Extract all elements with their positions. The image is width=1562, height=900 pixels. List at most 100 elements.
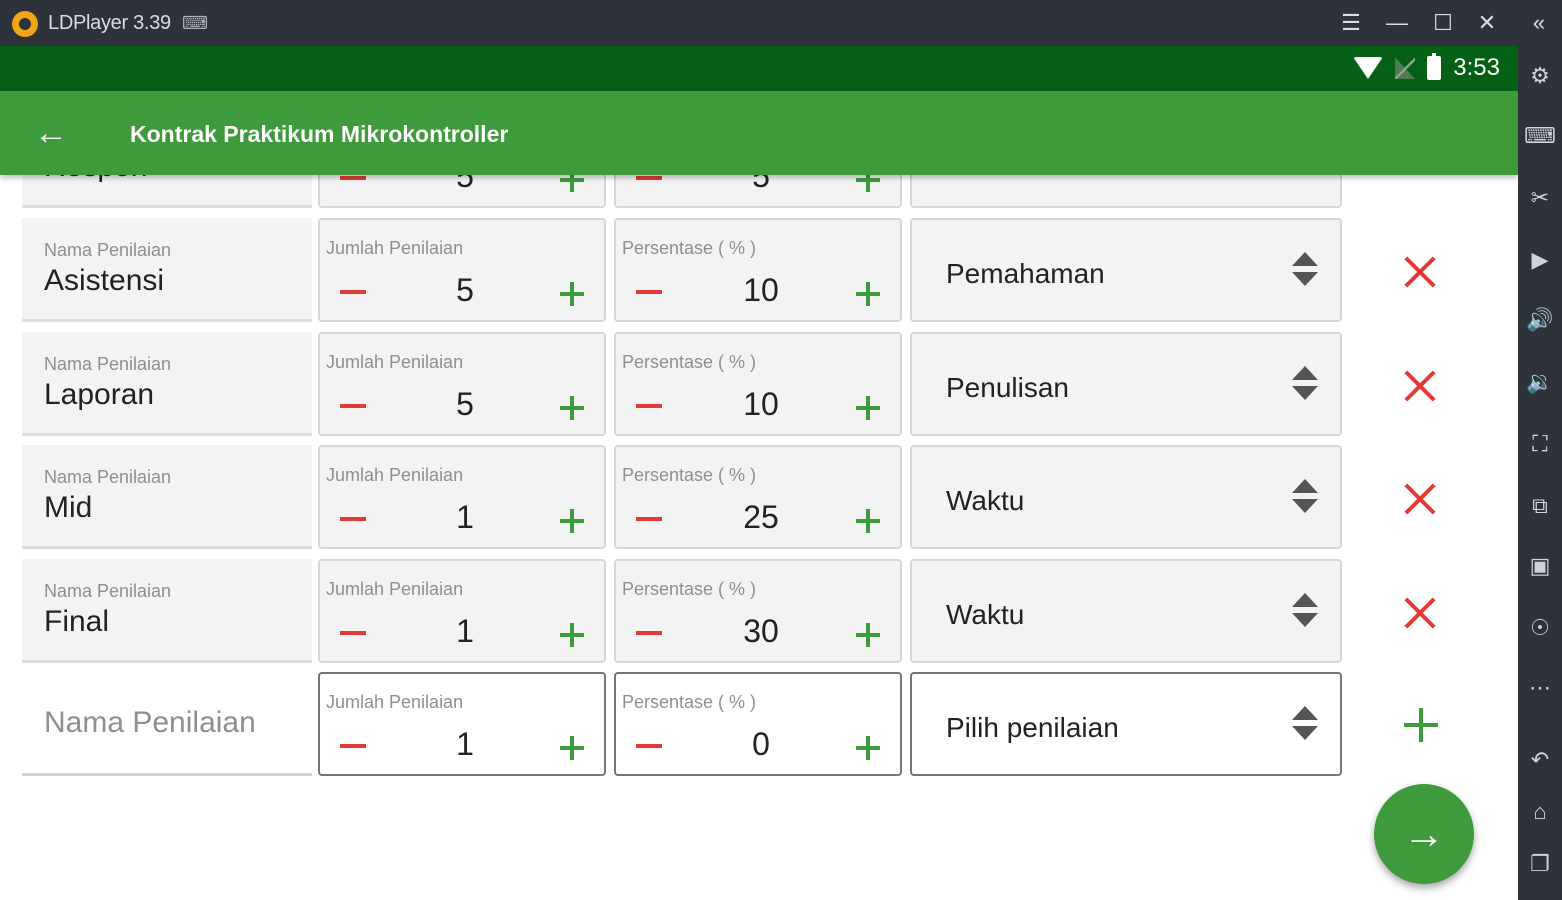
more-options-icon[interactable]: ⋯ [1522, 670, 1558, 706]
increment-button[interactable] [560, 623, 584, 647]
kategori-value: Penulisan [946, 372, 1069, 403]
dropdown-arrows-icon [1292, 706, 1318, 742]
name-field[interactable]: Nama Penilaian Asistensi [22, 218, 312, 322]
apk-install-icon[interactable]: ▣ [1522, 548, 1558, 584]
add-row-plus-icon[interactable] [1404, 708, 1438, 742]
gamepad-icon[interactable]: ⌨ [182, 13, 208, 34]
kategori-select[interactable]: Pemahaman [910, 218, 1342, 322]
persentase-label: Persentase ( % ) [622, 579, 757, 599]
jumlah-stepper: Jumlah Penilaian 5 [318, 218, 606, 322]
battery-icon [1427, 53, 1442, 80]
decrement-button[interactable] [636, 268, 664, 312]
name-field[interactable]: Nama Penilaian Laporan [22, 332, 312, 436]
settings-gear-icon[interactable]: ⚙ [1522, 58, 1558, 94]
decrement-button[interactable] [340, 495, 368, 539]
wifi-icon [1353, 57, 1384, 79]
name-value: Final [44, 605, 110, 638]
minimize-icon[interactable]: — [1380, 8, 1414, 38]
jumlah-label: Jumlah Penilaian [326, 465, 464, 485]
delete-row-close-icon[interactable] [1400, 366, 1440, 406]
location-icon[interactable]: ☉ [1522, 610, 1558, 646]
android-back-icon[interactable]: ↶ [1522, 742, 1558, 778]
back-arrow-icon[interactable]: ← [34, 113, 68, 153]
kategori-select[interactable]: Waktu [910, 445, 1342, 549]
jumlah-label: Jumlah Penilaian [326, 238, 464, 258]
keyboard-icon[interactable]: ⌨ [1522, 118, 1558, 154]
volume-up-icon[interactable]: 🔊 [1522, 302, 1558, 338]
emulator-titlebar: LDPlayer 3.39 ⌨ ☰ — ☐ ✕ « [0, 0, 1562, 46]
increment-button[interactable] [856, 736, 880, 760]
status-clock: 3:53 [1453, 54, 1500, 81]
persentase-value: 25 [743, 499, 779, 535]
decrement-button[interactable] [636, 722, 664, 766]
persentase-label: Persentase ( % ) [622, 465, 757, 485]
delete-row-close-icon[interactable] [1400, 479, 1440, 519]
decrement-button[interactable] [636, 382, 664, 426]
jumlah-value: 5 [456, 272, 474, 308]
decrement-button[interactable] [340, 722, 368, 766]
jumlah-stepper: Jumlah Penilaian 1 [318, 672, 606, 776]
name-input[interactable]: Nama Penilaian [22, 672, 312, 776]
increment-button[interactable] [856, 623, 880, 647]
table-row: Nama Penilaian Laporan Jumlah Penilaian … [0, 332, 1518, 438]
decrement-button[interactable] [636, 609, 664, 653]
name-field[interactable]: Nama Penilaian Final [22, 559, 312, 663]
kategori-select[interactable]: Penulisan [910, 332, 1342, 436]
increment-button[interactable] [560, 509, 584, 533]
scissors-icon[interactable]: ✂ [1522, 180, 1558, 216]
persentase-stepper: Persentase ( % ) 0 [614, 672, 902, 776]
kategori-placeholder: Pilih penilaian [946, 712, 1119, 743]
android-home-icon[interactable]: ⌂ [1522, 794, 1558, 830]
jumlah-stepper: Jumlah Penilaian 1 [318, 445, 606, 549]
name-label: Nama Penilaian [44, 240, 172, 260]
persentase-stepper: Persentase ( % ) 10 [614, 332, 902, 436]
jumlah-stepper: Jumlah Penilaian 5 [318, 332, 606, 436]
window-title: LDPlayer 3.39 [48, 12, 171, 34]
increment-button[interactable] [560, 396, 584, 420]
jumlah-stepper: Jumlah Penilaian 1 [318, 559, 606, 663]
next-button[interactable]: → [1374, 784, 1474, 884]
emulator-sidebar: ⚙ ⌨ ✂ ▶ 🔊 🔉 ⛶ ⧉ ▣ ☉ ⋯ ↶ ⌂ ❐ [1518, 46, 1562, 900]
kategori-value: Pemahaman [946, 258, 1105, 289]
increment-button[interactable] [560, 736, 584, 760]
persentase-label: Persentase ( % ) [622, 692, 757, 712]
fullscreen-icon[interactable]: ⛶ [1522, 426, 1558, 462]
collapse-sidebar-icon[interactable]: « [1522, 8, 1556, 38]
maximize-icon[interactable]: ☐ [1426, 8, 1460, 38]
jumlah-label: Jumlah Penilaian [326, 579, 464, 599]
dropdown-arrows-icon [1292, 593, 1318, 629]
persentase-value: 10 [743, 386, 779, 422]
volume-down-icon[interactable]: 🔉 [1522, 364, 1558, 400]
name-value: Laporan [44, 378, 155, 411]
name-label: Nama Penilaian [44, 467, 172, 487]
decrement-button[interactable] [636, 495, 664, 539]
kategori-select[interactable]: Pilih penilaian [910, 672, 1342, 776]
kategori-select[interactable]: Waktu [910, 559, 1342, 663]
decrement-button[interactable] [340, 268, 368, 312]
persentase-stepper: Persentase ( % ) 10 [614, 218, 902, 322]
delete-row-close-icon[interactable] [1400, 593, 1440, 633]
record-video-icon[interactable]: ▶ [1522, 242, 1558, 278]
persentase-value: 30 [743, 613, 779, 649]
close-window-icon[interactable]: ✕ [1470, 8, 1504, 38]
increment-button[interactable] [856, 509, 880, 533]
dropdown-arrows-icon [1292, 479, 1318, 515]
persentase-stepper: Persentase ( % ) 25 [614, 445, 902, 549]
decrement-button[interactable] [340, 609, 368, 653]
jumlah-value: 1 [456, 726, 474, 762]
increment-button[interactable] [856, 396, 880, 420]
jumlah-value: 5 [456, 386, 474, 422]
persentase-value: 0 [752, 726, 770, 762]
name-field[interactable]: Nama Penilaian Mid [22, 445, 312, 549]
increment-button[interactable] [560, 282, 584, 306]
persentase-label: Persentase ( % ) [622, 238, 757, 258]
decrement-button[interactable] [340, 382, 368, 426]
persentase-value: 10 [743, 272, 779, 308]
multi-instance-icon[interactable]: ⧉ [1522, 488, 1558, 524]
delete-row-close-icon[interactable] [1400, 252, 1440, 292]
menu-icon[interactable]: ☰ [1334, 8, 1368, 38]
increment-button[interactable] [856, 282, 880, 306]
kategori-value: Waktu [946, 485, 1025, 516]
recent-apps-icon[interactable]: ❐ [1522, 846, 1558, 882]
kategori-value: Waktu [946, 599, 1025, 630]
